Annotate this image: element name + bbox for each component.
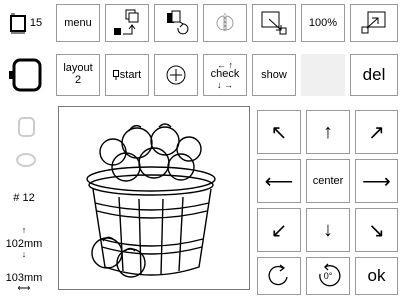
arrow-up-left-icon: ↖ [270, 121, 288, 144]
move-right-button[interactable]: ⟶ [355, 159, 398, 203]
check-bottom-arrows-icon: ↓ → [216, 79, 233, 90]
enlarge-button[interactable] [350, 4, 398, 42]
center-button[interactable]: center [306, 159, 350, 203]
arrow-down-left-icon: ↙ [270, 219, 288, 242]
duplicate-icon [114, 9, 139, 35]
height-arrow-down-icon: ↓ [21, 249, 27, 259]
zoom-label: 100% [308, 17, 338, 29]
check-button[interactable]: ← ↑ check ↓ → [203, 54, 247, 96]
arrow-left-icon: ⟵ [264, 170, 294, 193]
rotate-button[interactable] [257, 257, 301, 295]
move-down-left-button[interactable]: ↙ [257, 208, 301, 252]
hoop-15-icon[interactable]: 15 [0, 4, 51, 42]
design-number: # 12 [13, 192, 35, 204]
move-up-left-button[interactable]: ↖ [257, 110, 301, 154]
ok-label: ok [367, 266, 386, 285]
fruit-basket-image [86, 123, 216, 278]
enlarge-icon [361, 11, 386, 34]
show-label: show [261, 69, 287, 81]
move-up-button[interactable]: ↑ [306, 110, 350, 154]
hoop-small-icon [6, 112, 46, 142]
layout-value: 2 [74, 74, 82, 86]
rotate-copy-button[interactable] [154, 4, 198, 42]
ok-button[interactable]: ok [355, 257, 398, 295]
hoop-oval-icon [6, 146, 46, 174]
arrow-up-icon: ↑ [323, 120, 333, 143]
delete-button[interactable]: del [350, 54, 398, 96]
move-up-right-button[interactable]: ↗ [355, 110, 398, 154]
layout-button[interactable]: layout 2 [56, 54, 100, 96]
design-preview[interactable] [58, 106, 250, 290]
del-label: del [362, 65, 386, 84]
hoop-select-icon[interactable] [0, 54, 51, 96]
move-down-right-button[interactable]: ↘ [355, 208, 398, 252]
center-crosshair-button[interactable] [154, 54, 198, 96]
rotate-copy-icon [167, 10, 189, 35]
needle-icon [112, 70, 119, 80]
move-left-button[interactable]: ⟵ [257, 159, 301, 203]
arrow-right-icon: ⟶ [362, 170, 391, 193]
mirror-button[interactable] [203, 4, 247, 42]
arrow-up-right-icon: ↗ [368, 121, 385, 144]
shrink-button[interactable] [252, 4, 296, 42]
menu-button[interactable]: menu [56, 4, 100, 42]
move-down-button[interactable]: ↓ [306, 208, 350, 252]
duplicate-button[interactable] [105, 4, 149, 42]
blank-button [301, 54, 345, 96]
arrow-down-icon: ↓ [323, 218, 333, 241]
rotate-arrow-icon [268, 264, 288, 286]
arrow-down-right-icon: ↘ [368, 219, 385, 242]
height-arrow-up-icon: ↑ [21, 225, 27, 235]
width-arrow-icon: ⟷ [17, 283, 31, 293]
crosshair-circle-icon [166, 65, 186, 85]
hoop-number: 15 [29, 17, 43, 29]
shrink-icon [261, 11, 287, 35]
show-button[interactable]: show [252, 54, 296, 96]
menu-label: menu [64, 17, 92, 29]
rotate-degree-button[interactable]: 0° [306, 257, 350, 295]
start-label: start [119, 69, 142, 81]
center-label: center [312, 175, 344, 187]
hoop-frame-icon [8, 58, 41, 92]
zoom-button[interactable]: 100% [301, 4, 345, 42]
rotate-degree-label: 0° [323, 271, 333, 281]
mirror-icon [216, 13, 234, 33]
start-button[interactable]: start [105, 54, 149, 96]
hoop-icon [9, 13, 26, 34]
